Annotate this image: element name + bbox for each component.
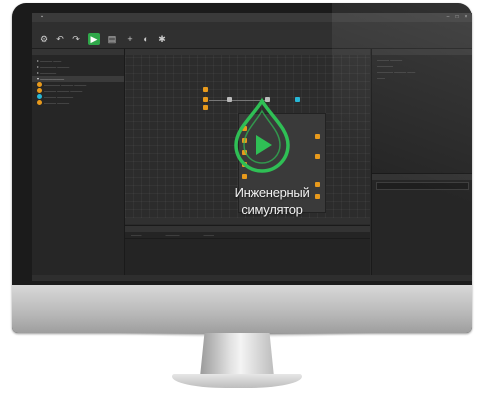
screen: ▪ – □ × ⚙ ↶ ↷ ▶ ▤ + ◐ ✱ ▸ ——— —— ▸ ———— [32, 13, 472, 281]
canvas-tabs [125, 49, 370, 55]
component-orange-icon [37, 100, 42, 106]
port[interactable] [315, 134, 320, 139]
component-cyan-icon [37, 94, 42, 100]
property-input[interactable] [376, 182, 469, 190]
schematic-node[interactable] [203, 87, 208, 92]
caption: Инженерный симулятор [192, 184, 352, 218]
run-icon[interactable]: ▶ [88, 33, 100, 45]
plus-icon[interactable]: + [124, 33, 136, 45]
messages-columns: ——— ———— ——— [125, 232, 370, 239]
menu-bar [32, 22, 472, 30]
settings-icon[interactable]: ✱ [156, 33, 168, 45]
redo-icon[interactable]: ↷ [70, 33, 82, 45]
library-panel-header [32, 49, 124, 55]
app-icon: ▪ [41, 14, 43, 20]
properties-lower [372, 173, 472, 276]
title-bar: ▪ – □ × [32, 13, 472, 22]
canvas-footer [125, 218, 370, 224]
minimize-icon[interactable]: – [444, 13, 452, 22]
messages-panel: ——— ———— ——— [125, 225, 370, 276]
properties-panel: ——— ——— ———— ———— ——— —— —— [371, 49, 472, 275]
status-bar [32, 275, 472, 281]
monitor-foot [172, 374, 302, 388]
play-icon[interactable] [256, 135, 272, 155]
caption-line-1: Инженерный [234, 185, 310, 200]
schematic-node[interactable] [203, 105, 208, 110]
properties-panel-header [372, 49, 472, 55]
gear-icon[interactable]: ⚙ [38, 33, 50, 45]
properties-lower-header [372, 174, 472, 180]
port[interactable] [315, 154, 320, 159]
schematic-node[interactable] [203, 97, 208, 102]
monitor-chin [12, 285, 472, 333]
tag-icon[interactable]: ◐ [140, 33, 152, 45]
monitor: ▪ – □ × ⚙ ↶ ↷ ▶ ▤ + ◐ ✱ ▸ ——— —— ▸ ———— [12, 3, 472, 333]
tree-item[interactable]: ——— ——— [32, 100, 124, 106]
save-icon[interactable]: ▤ [106, 33, 118, 45]
monitor-neck [200, 333, 274, 377]
component-orange-icon [37, 82, 42, 88]
drop-logo-icon[interactable] [230, 97, 294, 173]
schematic-node-cyan[interactable] [295, 97, 300, 102]
property-row[interactable]: —— [372, 75, 472, 81]
caption-line-2: симулятор [241, 202, 303, 217]
library-panel: ▸ ——— —— ▸ ———— ——— ▸ ———— ▾ —————— ————… [32, 49, 125, 275]
close-icon[interactable]: × [462, 13, 470, 22]
toolbar: ⚙ ↶ ↷ ▶ ▤ + ◐ ✱ [32, 30, 472, 49]
maximize-icon[interactable]: □ [453, 13, 461, 22]
port[interactable] [242, 174, 247, 179]
component-orange-icon [37, 88, 42, 94]
undo-icon[interactable]: ↶ [54, 33, 66, 45]
